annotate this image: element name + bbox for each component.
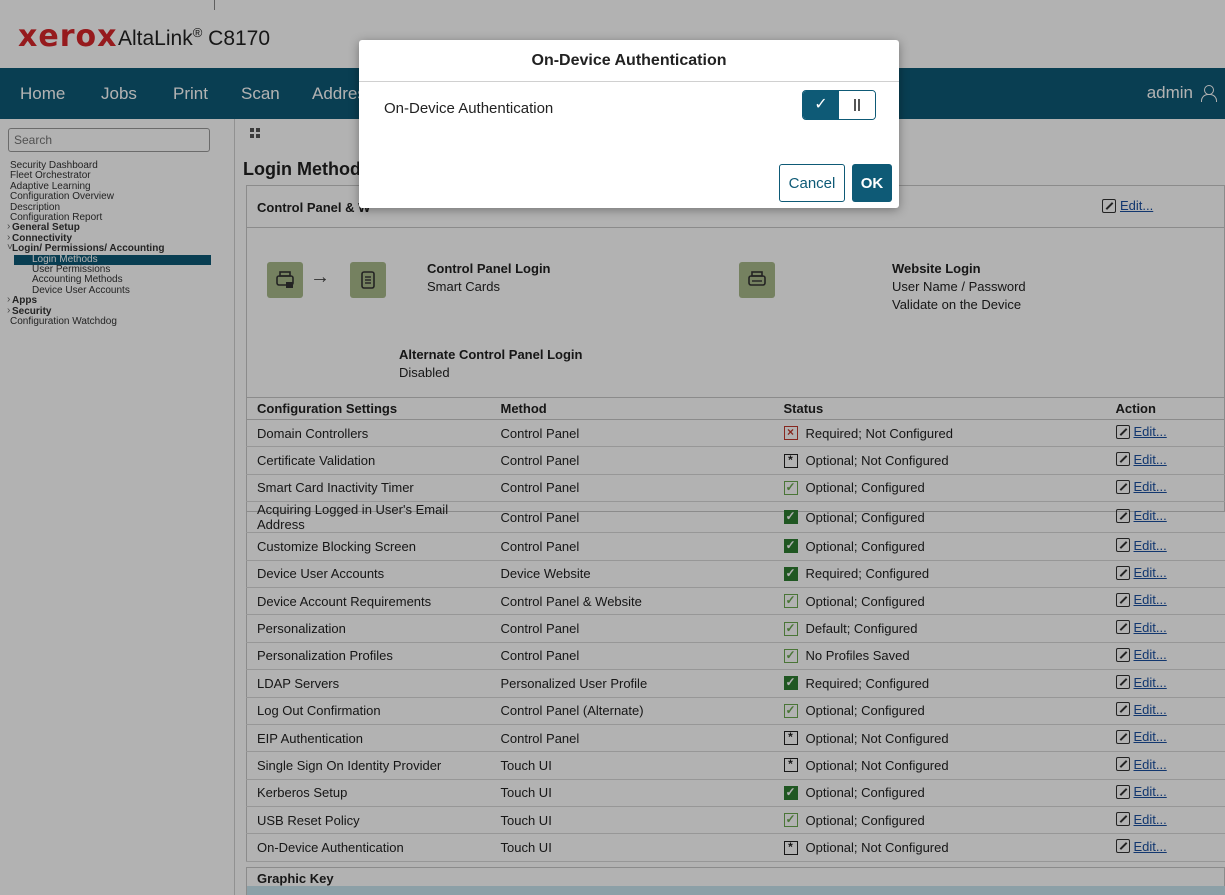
ok-button[interactable]: OK [852,164,892,202]
dialog-setting-label: On-Device Authentication [384,100,554,117]
toggle-off-icon [839,91,875,119]
on-device-auth-toggle[interactable]: ✓ [802,90,876,120]
on-device-auth-dialog: On-Device Authentication On-Device Authe… [359,40,899,208]
dialog-title: On-Device Authentication [359,40,899,82]
toggle-on-check-icon: ✓ [803,91,839,119]
app-root: xerox AltaLink® C8170 Home Jobs Print Sc… [0,0,1225,895]
cancel-button[interactable]: Cancel [779,164,845,202]
